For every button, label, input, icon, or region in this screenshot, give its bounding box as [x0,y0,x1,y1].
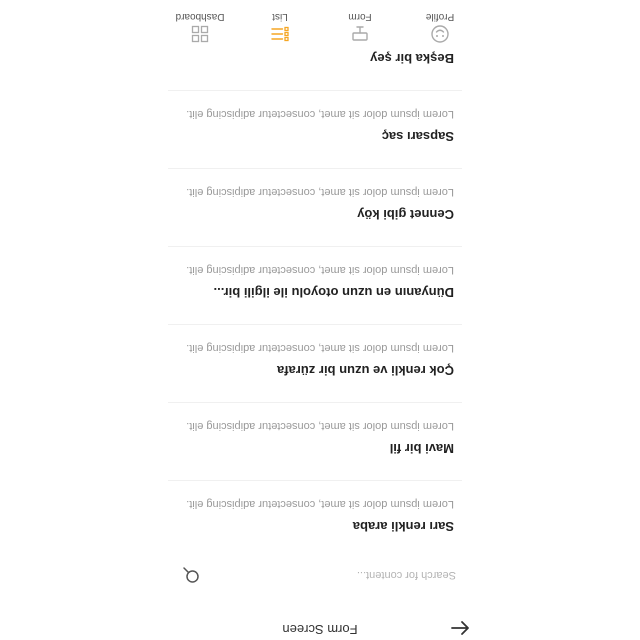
list-item-title: Sarı renkli araba [352,519,454,534]
list-item-description: Lorem ipsum dolor sit amet, consectetur … [186,342,454,354]
list-item-title: Cennet gibi köy [357,207,454,222]
tab-label: Dashboard [175,11,225,22]
divider [168,402,462,403]
page-title: Form Screen [282,622,358,637]
list-item-description: Lorem ipsum dolor sit amet, consectetur … [186,108,454,120]
grid-icon [191,25,209,43]
divider [168,168,462,169]
list-item-title: Beşka bir şey [370,51,454,66]
phone-column: Form Screen Sarı renkli araba Lorem ipsu… [160,0,480,640]
tab-profile[interactable]: Profile [400,0,480,48]
search-bar [182,562,458,588]
content-list: Sarı renkli araba Lorem ipsum dolor sit … [160,0,480,538]
divider [168,324,462,325]
list-item[interactable]: Mavi bir fil Lorem ipsum dolor sit amet,… [160,382,480,460]
tab-label: List [272,11,288,22]
form-icon [352,26,368,41]
list-item[interactable]: Cennet gibi köy Lorem ipsum dolor sit am… [160,148,480,226]
list-item-title: Mavi bir fil [389,441,454,456]
tab-dashboard[interactable]: Dashboard [160,0,240,48]
list-item-title: Dünyanın en uzun otoyolu ile ilgili bir.… [213,285,454,300]
list-item-description: Lorem ipsum dolor sit amet, consectetur … [186,498,454,510]
list-icon [271,26,289,42]
list-item-description: Lorem ipsum dolor sit amet, consectetur … [186,420,454,432]
smile-icon [431,25,449,43]
divider [168,246,462,247]
list-item[interactable]: Çok renkli ve uzun bir zürafa Lorem ipsu… [160,304,480,382]
list-item[interactable]: Sapsarı saç Lorem ipsum dolor sit amet, … [160,70,480,148]
app-bar: Form Screen [160,616,480,640]
tab-list[interactable]: List [240,0,320,48]
list-item-description: Lorem ipsum dolor sit amet, consectetur … [186,264,454,276]
list-item-title: Çok renkli ve uzun bir zürafa [277,363,454,378]
tab-label: Form [348,11,372,22]
tab-form[interactable]: Form [320,0,400,48]
list-item[interactable]: Dünyanın en uzun otoyolu ile ilgili bir.… [160,226,480,304]
list-item-description: Lorem ipsum dolor sit amet, consectetur … [186,186,454,198]
tab-label: Profile [425,11,455,22]
search-input[interactable] [214,562,458,588]
divider [168,480,462,481]
list-item[interactable]: Sarı renkli araba Lorem ipsum dolor sit … [160,460,480,538]
app-screen: Form Screen Sarı renkli araba Lorem ipsu… [0,0,640,640]
search-icon[interactable] [182,566,200,584]
bottom-tab-bar: Profile Form List Dashboard [160,0,480,48]
divider [168,90,462,91]
list-item-title: Sapsarı saç [381,129,454,144]
